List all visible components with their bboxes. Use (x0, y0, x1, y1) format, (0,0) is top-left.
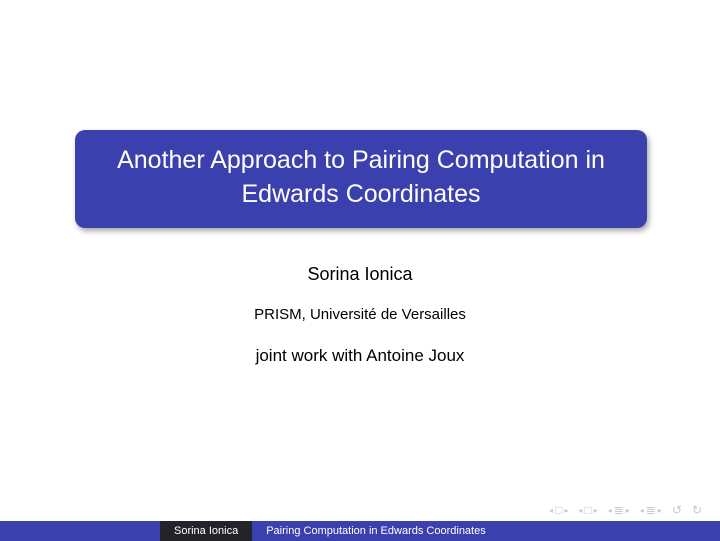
triangle-right-icon: ▸ (658, 506, 662, 515)
nav-square-icon: □ (584, 503, 591, 517)
triangle-left-icon: ◂ (640, 506, 644, 515)
triangle-left-icon: ◂ (578, 506, 582, 515)
nav-bar: ◂ □ ▸ ◂ □ ▸ ◂ ≣ ▸ ◂ ≣ ▸ ↺ ↻ (549, 503, 702, 517)
triangle-right-icon: ▸ (564, 506, 568, 515)
triangle-right-icon: ▸ (626, 506, 630, 515)
affiliation: PRISM, Université de Versailles (0, 306, 720, 323)
triangle-left-icon: ◂ (608, 506, 612, 515)
title-box: Another Approach to Pairing Computation … (75, 130, 647, 228)
nav-lines-icon: ≣ (614, 503, 624, 517)
nav-lines-icon: ≣ (646, 503, 656, 517)
nav-slide-back-forward[interactable]: ◂ ≣ ▸ (640, 503, 662, 517)
footer-title: Pairing Computation in Edwards Coordinat… (252, 521, 720, 541)
nav-section-back-forward[interactable]: ◂ □ ▸ (549, 503, 568, 517)
author-name: Sorina Ionica (0, 264, 720, 285)
joint-work: joint work with Antoine Joux (0, 346, 720, 366)
nav-go-back[interactable]: ↺ (672, 503, 682, 517)
nav-go-forward[interactable]: ↻ (692, 503, 702, 517)
footer: Sorina Ionica Pairing Computation in Edw… (0, 521, 720, 541)
nav-frame-back-forward[interactable]: ◂ ≣ ▸ (608, 503, 630, 517)
triangle-left-icon: ◂ (549, 506, 553, 515)
title-line-2: Edwards Coordinates (91, 178, 631, 212)
footer-author: Sorina Ionica (160, 521, 252, 541)
triangle-right-icon: ▸ (594, 506, 598, 515)
title-line-1: Another Approach to Pairing Computation … (91, 144, 631, 178)
footer-lead-fill (0, 521, 160, 541)
nav-subsection-back-forward[interactable]: ◂ □ ▸ (578, 503, 597, 517)
nav-square-icon: □ (555, 503, 562, 517)
